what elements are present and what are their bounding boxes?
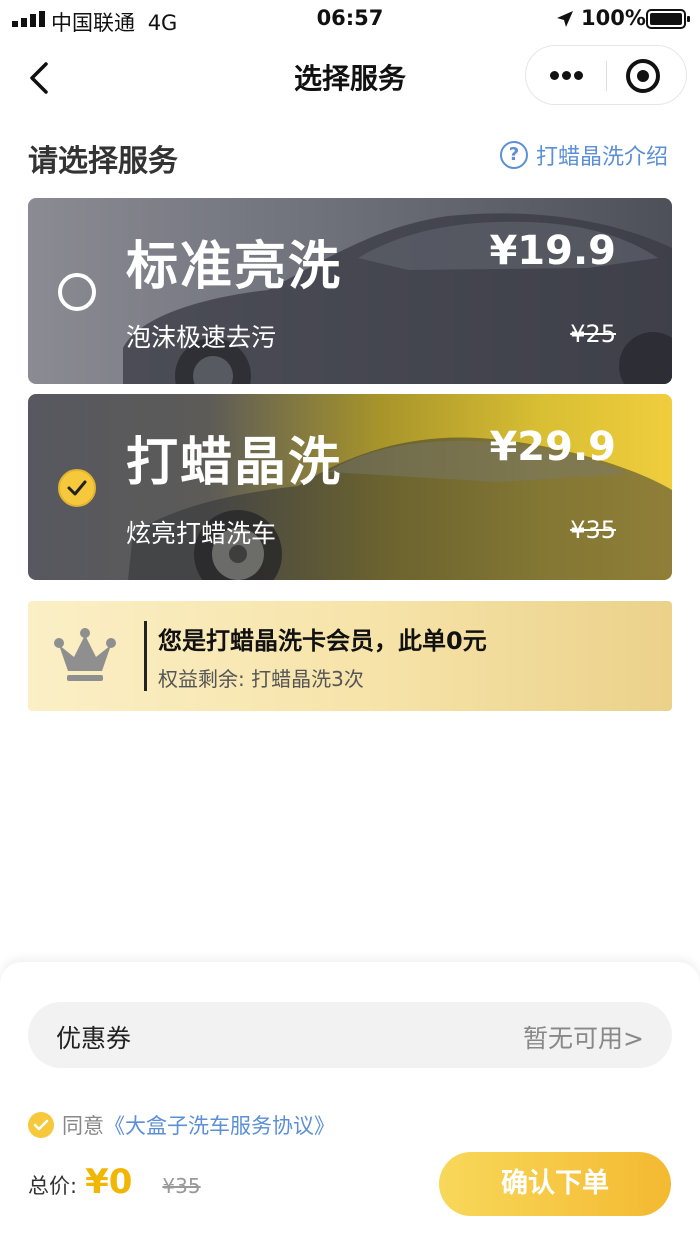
nav-bar: 选择服务: [0, 40, 700, 116]
total-price-row: 总价: ¥0 ¥35: [28, 1162, 201, 1208]
location-arrow-icon: [557, 11, 573, 27]
service-desc: 炫亮打蜡洗车: [126, 519, 277, 548]
mini-program-capsule: [525, 45, 687, 105]
service-name: 标准亮洗: [126, 237, 343, 297]
checkmark-icon: [67, 480, 87, 496]
coupon-label: 优惠券: [56, 1024, 132, 1053]
wax-intro-link[interactable]: ? 打蜡晶洗介绍: [500, 140, 668, 170]
wax-intro-label: 打蜡晶洗介绍: [536, 145, 669, 170]
service-name: 打蜡晶洗: [126, 433, 343, 493]
question-icon: ?: [500, 141, 528, 169]
more-dot-icon: [562, 71, 571, 80]
battery-percent: 100%: [581, 6, 646, 30]
service-desc: 泡沫极速去污: [126, 323, 277, 352]
more-dot-icon: [574, 71, 583, 80]
crown-icon: [54, 628, 116, 681]
confirm-order-button[interactable]: 确认下单: [439, 1152, 671, 1216]
agreement-link[interactable]: 《大盒子洗车服务协议》: [104, 1110, 335, 1140]
battery-icon: [646, 9, 690, 29]
coupon-value: 暂无可用>: [523, 1024, 644, 1053]
car-image-icon: [128, 437, 672, 580]
more-dot-icon: [550, 71, 559, 80]
member-title: 您是打蜡晶洗卡会员，此单0元: [158, 627, 487, 655]
bottom-sheet: 优惠券 暂无可用> 同意 《大盒子洗车服务协议》 总价: ¥0 ¥35 确认下单: [0, 962, 700, 1245]
agree-check-icon[interactable]: [28, 1112, 54, 1138]
total-label: 总价:: [28, 1174, 78, 1198]
car-image-icon: [123, 213, 672, 384]
agreement-row: 同意 《大盒子洗车服务协议》: [28, 1110, 335, 1140]
capsule-divider: [606, 61, 607, 91]
radio-unselected-icon[interactable]: [58, 273, 96, 311]
service-original-price: ¥35: [570, 516, 616, 544]
member-banner: 您是打蜡晶洗卡会员，此单0元 权益剩余: 打蜡晶洗3次: [28, 601, 672, 711]
radio-selected-icon[interactable]: [58, 469, 96, 507]
service-price: ¥19.9: [489, 228, 616, 274]
total-original-price: ¥35: [162, 1174, 201, 1198]
coupon-row[interactable]: 优惠券 暂无可用>: [28, 1002, 672, 1068]
service-card-wax[interactable]: 打蜡晶洗 炫亮打蜡洗车 ¥29.9 ¥35: [28, 394, 672, 580]
service-price: ¥29.9: [489, 424, 616, 470]
member-divider: [144, 621, 147, 691]
service-card-standard[interactable]: 标准亮洗 泡沫极速去污 ¥19.9 ¥25: [28, 198, 672, 384]
checkmark-icon: [33, 1119, 49, 1131]
status-bar: 中国联通 4G 06:57 100%: [0, 0, 700, 38]
section-title: 请选择服务: [28, 144, 178, 179]
close-target-icon[interactable]: [626, 59, 660, 93]
more-menu-button[interactable]: [526, 46, 606, 104]
service-original-price: ¥25: [570, 320, 616, 348]
member-subtitle: 权益剩余: 打蜡晶洗3次: [158, 667, 364, 691]
agree-prefix: 同意: [62, 1114, 104, 1138]
total-price: ¥0: [85, 1162, 133, 1202]
